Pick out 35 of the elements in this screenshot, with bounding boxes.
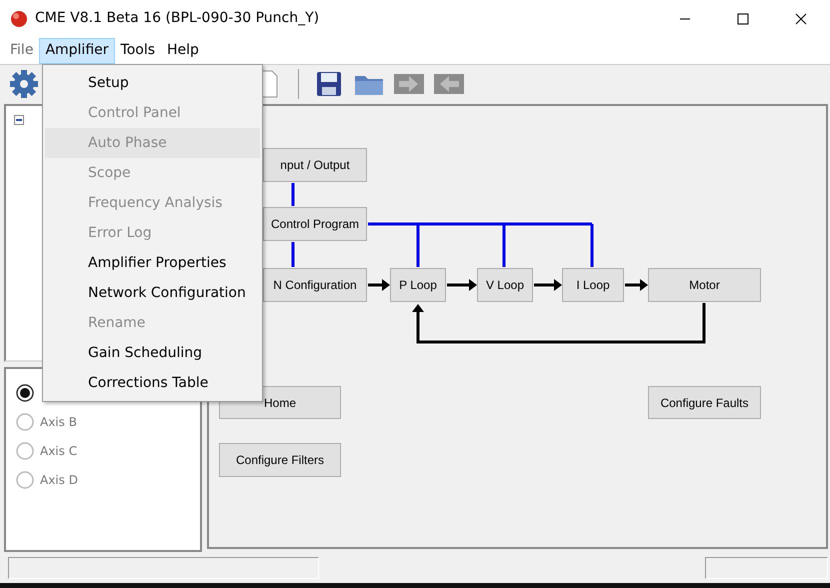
menu-item[interactable]: Help [161, 38, 205, 64]
arrow [625, 279, 648, 291]
menu-item[interactable]: Tools [114, 38, 162, 64]
radio-label: Axis B [40, 414, 77, 431]
radio-button[interactable] [16, 442, 34, 460]
app-icon [10, 10, 28, 28]
settings-icon[interactable] [8, 68, 40, 100]
configure-button[interactable]: Configure Filters [219, 443, 341, 477]
radio-button[interactable] [16, 384, 34, 402]
diagram-block[interactable]: Motor [648, 268, 761, 302]
menu-item[interactable]: Network Configuration [45, 278, 260, 308]
menu-item[interactable]: Amplifier Properties [45, 248, 260, 278]
window-title: CME V8.1 Beta 16 (BPL-090-30 Punch_Y) [35, 9, 320, 28]
radio-button[interactable] [16, 413, 34, 431]
collapse-icon[interactable] [14, 115, 24, 125]
radio-button[interactable] [16, 471, 34, 489]
diagram-block[interactable]: V Loop [477, 268, 533, 302]
radio-label: Axis D [40, 472, 78, 489]
close-icon[interactable] [795, 12, 807, 24]
diagram-block[interactable]: N Configuration [263, 268, 367, 302]
connector-line [292, 183, 294, 206]
menu-item[interactable]: Gain Scheduling [45, 338, 260, 368]
menu-item[interactable]: Amplifier [39, 38, 115, 64]
radio-label: Axis C [40, 443, 78, 460]
arrow [534, 279, 562, 291]
diagram-block[interactable]: P Loop [390, 268, 446, 302]
arrow [447, 279, 477, 291]
connector-line [292, 242, 294, 267]
configure-button[interactable]: Configure Faults [648, 386, 761, 419]
diagram-block[interactable]: nput / Output [263, 148, 367, 182]
diagram-block[interactable]: I Loop [562, 268, 624, 302]
menu-item[interactable]: Setup [45, 68, 260, 98]
arrow [368, 279, 390, 291]
maximize-icon[interactable] [737, 12, 749, 24]
diagram-block[interactable]: Control Program [263, 207, 367, 241]
